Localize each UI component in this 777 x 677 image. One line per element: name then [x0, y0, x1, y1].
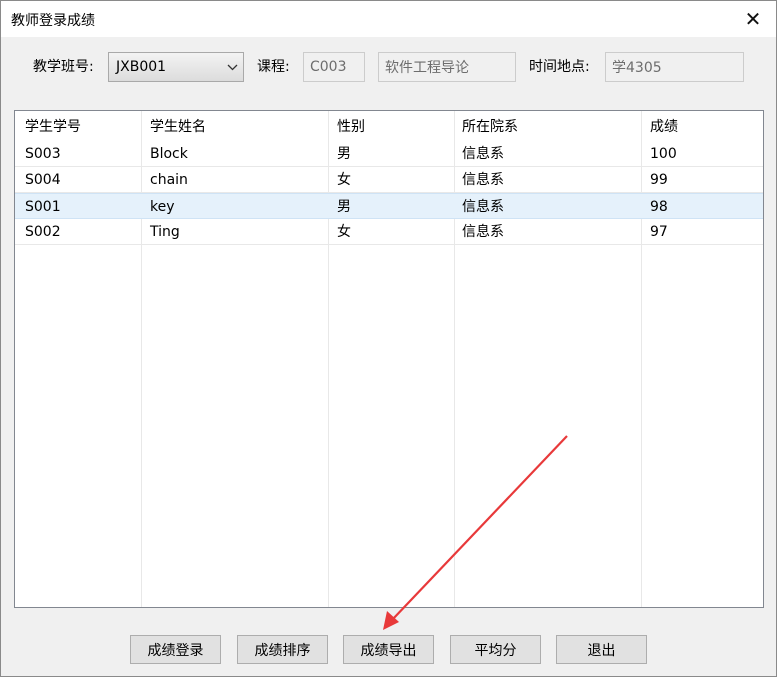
cell-student-id: S004	[25, 172, 61, 188]
course-label: 课程:	[257, 59, 290, 75]
cell-score: 97	[650, 224, 668, 240]
cell-student-name: key	[150, 199, 175, 215]
table-row[interactable]: S004 chain 女 信息系 99	[15, 167, 763, 193]
table-row[interactable]: S002 Ting 女 信息系 97	[15, 219, 763, 245]
average-button[interactable]: 平均分	[450, 635, 541, 664]
course-id-field[interactable]: C003	[303, 52, 365, 82]
grade-export-button[interactable]: 成绩导出	[343, 635, 434, 664]
cell-gender: 女	[337, 224, 351, 240]
grade-entry-button[interactable]: 成绩登录	[130, 635, 221, 664]
header-gender[interactable]: 性别	[337, 114, 365, 140]
table-header: 学生学号 学生姓名 性别 所在院系 成绩	[15, 114, 763, 140]
place-label: 时间地点:	[529, 59, 590, 75]
table-row[interactable]: S003 Block 男 信息系 100	[15, 141, 763, 167]
cell-score: 100	[650, 146, 677, 162]
header-student-id[interactable]: 学生学号	[25, 114, 81, 140]
cell-department: 信息系	[462, 172, 504, 188]
cell-department: 信息系	[462, 146, 504, 162]
exit-button[interactable]: 退出	[556, 635, 647, 664]
place-field[interactable]: 学4305	[605, 52, 744, 82]
cell-student-id: S002	[25, 224, 61, 240]
grade-sort-button[interactable]: 成绩排序	[237, 635, 328, 664]
chevron-down-icon	[221, 64, 243, 71]
class-select-value: JXB001	[116, 59, 167, 75]
grades-list[interactable]: 学生学号 学生姓名 性别 所在院系 成绩 S003 Block 男信息系 100 S00…	[14, 110, 764, 608]
cell-gender: 男	[337, 146, 351, 162]
cell-department: 信息系	[462, 199, 504, 215]
cell-student-name: chain	[150, 172, 188, 188]
cell-gender: 男	[337, 199, 351, 215]
cell-student-name: Block	[150, 146, 188, 162]
table-row[interactable]: S001 key 男 信息系 98	[15, 193, 763, 219]
cell-department: 信息系	[462, 224, 504, 240]
course-name-field[interactable]: 软件工程导论	[378, 52, 516, 82]
class-label: 教学班号:	[33, 59, 94, 75]
cell-score: 98	[650, 199, 668, 215]
grade-entry-window: 教师登录成绩 ✕ 教学班号: JXB001 课程: C003 软件工程导论 时间…	[0, 0, 777, 677]
header-student-name[interactable]: 学生姓名	[150, 114, 206, 140]
title-bar: 教师登录成绩 ✕	[1, 1, 776, 37]
close-icon[interactable]: ✕	[730, 1, 776, 37]
header-department[interactable]: 所在院系	[462, 114, 518, 140]
class-select[interactable]: JXB001	[108, 52, 244, 82]
cell-student-name: Ting	[150, 224, 180, 240]
cell-student-id: S003	[25, 146, 61, 162]
header-score[interactable]: 成绩	[650, 114, 678, 140]
cell-student-id: S001	[25, 199, 61, 215]
window-title: 教师登录成绩	[11, 13, 95, 29]
cell-gender: 女	[337, 172, 351, 188]
cell-score: 99	[650, 172, 668, 188]
